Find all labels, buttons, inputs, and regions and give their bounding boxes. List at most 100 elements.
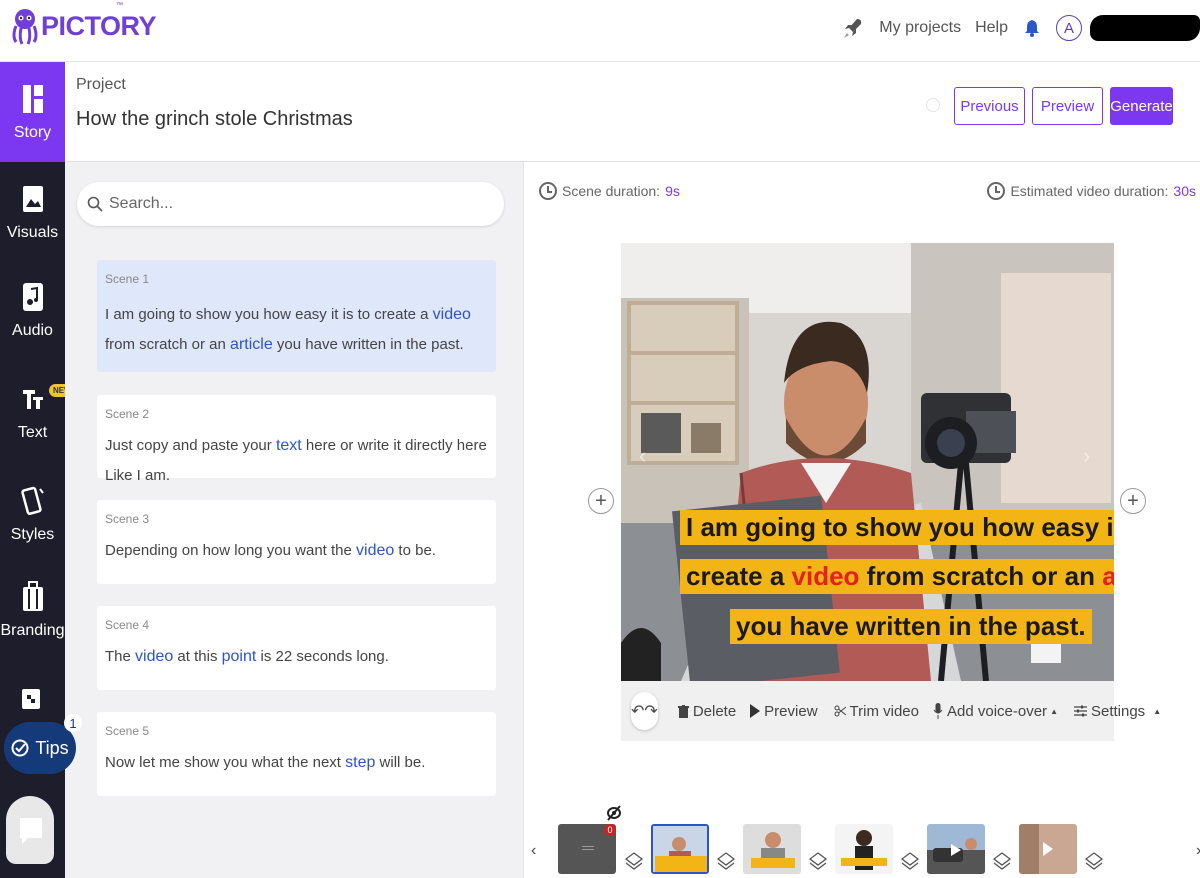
chat-support-button[interactable] xyxy=(6,796,54,864)
play-icon xyxy=(750,704,761,718)
my-projects-link[interactable]: My projects xyxy=(879,19,961,37)
layers-icon[interactable] xyxy=(717,852,735,870)
tips-label: Tips xyxy=(35,737,69,758)
caption-highlight: video xyxy=(791,561,860,591)
timeline-thumb-scene-3[interactable] xyxy=(835,824,893,874)
settings-button[interactable]: Settings ▲ xyxy=(1073,703,1161,720)
sliders-icon xyxy=(1073,705,1087,717)
project-title[interactable]: How the grinch stole Christmas xyxy=(76,108,353,131)
sidebar-item-text[interactable]: Text NEW xyxy=(0,362,76,462)
undo-button[interactable]: ↶ xyxy=(631,701,644,721)
sidebar-item-visuals[interactable]: Visuals xyxy=(0,162,65,262)
chat-icon xyxy=(20,818,42,844)
pictory-logo[interactable]: PICTORY xyxy=(10,6,157,46)
timeline-next-arrow[interactable]: › xyxy=(1196,842,1200,860)
more-icon[interactable] xyxy=(21,688,41,715)
microphone-icon xyxy=(933,703,943,719)
styles-icon xyxy=(20,486,46,516)
text-icon xyxy=(20,384,46,414)
scene-timeline: ‹ › 0 xyxy=(524,805,1200,878)
redacted-user-name[interactable] xyxy=(1090,15,1200,41)
timeline-thumb-scene-2[interactable] xyxy=(743,824,801,874)
scene-keyword[interactable]: point xyxy=(222,648,257,665)
estimated-duration: Estimated video duration: 30s xyxy=(987,182,1196,200)
redo-button[interactable]: ↷ xyxy=(644,701,657,721)
preview-button[interactable]: Preview xyxy=(1032,87,1103,125)
tips-button[interactable]: Tips xyxy=(4,722,76,774)
delete-label: Delete xyxy=(692,702,737,720)
generate-button[interactable]: Generate xyxy=(1110,87,1173,125)
scene-text-part: Now let me show you what the next xyxy=(105,754,346,771)
top-nav: My projects Help A xyxy=(843,0,1200,56)
image-icon xyxy=(20,184,46,214)
scene-text[interactable]: The video at this point is 22 seconds lo… xyxy=(105,642,488,672)
timeline-prev-arrow[interactable]: ‹ xyxy=(531,842,536,860)
scene-keyword[interactable]: video xyxy=(433,306,471,323)
scene-text[interactable]: Now let me show you what the next step w… xyxy=(105,748,488,778)
rocket-icon[interactable] xyxy=(843,17,863,39)
avatar-initial: A xyxy=(1063,19,1074,37)
caption-text: from scratch or an xyxy=(859,561,1103,591)
scene-keyword[interactable]: video xyxy=(356,542,394,559)
trim-video-button[interactable]: Trim video xyxy=(834,703,919,720)
add-voice-over-button[interactable]: Add voice-over ▲ xyxy=(933,703,1058,720)
search-icon xyxy=(87,196,103,212)
scene-text-part: is 22 seconds long. xyxy=(256,648,389,665)
scene-keyword[interactable]: article xyxy=(230,336,273,353)
scene-text[interactable]: Just copy and paste your text here or wr… xyxy=(105,431,488,491)
loading-indicator xyxy=(926,98,940,112)
prev-scene-arrow[interactable]: ‹ xyxy=(639,443,646,469)
previous-button[interactable]: Previous xyxy=(954,87,1025,125)
timeline-thumb-scene-1[interactable] xyxy=(651,824,709,874)
next-scene-arrow[interactable]: › xyxy=(1083,443,1090,469)
scene-card-3[interactable]: Scene 3 Depending on how long you want t… xyxy=(97,500,496,584)
caption-highlight: article xyxy=(1102,561,1114,591)
trash-icon xyxy=(677,704,689,718)
timeline-thumb-scene-4[interactable] xyxy=(927,824,985,874)
caption-line-1[interactable]: I am going to show you how easy it is to xyxy=(680,510,1114,545)
caption-line-2[interactable]: create a video from scratch or an articl… xyxy=(680,559,1114,594)
mute-icon[interactable] xyxy=(606,804,622,822)
layers-icon[interactable] xyxy=(993,852,1011,870)
scene-text-part: will be. xyxy=(375,754,426,771)
scene-card-4[interactable]: Scene 4 The video at this point is 22 se… xyxy=(97,606,496,690)
sidebar-item-audio[interactable]: Audio xyxy=(0,260,65,360)
estimated-duration-value: 30s xyxy=(1173,183,1196,199)
sidebar-item-story[interactable]: Story xyxy=(0,62,65,162)
scene-card-1[interactable]: Scene 1 I am going to show you how easy … xyxy=(97,260,496,372)
layers-icon[interactable] xyxy=(901,852,919,870)
sidebar-item-styles[interactable]: Styles xyxy=(0,464,65,564)
scene-text[interactable]: Depending on how long you want the video… xyxy=(105,536,488,566)
avatar[interactable]: A xyxy=(1056,15,1082,41)
sidebar-item-label: Styles xyxy=(10,526,55,543)
delete-button[interactable]: Delete xyxy=(677,702,737,720)
add-scene-before-button[interactable]: + xyxy=(588,488,614,514)
caption-line-3[interactable]: you have written in the past. xyxy=(730,609,1092,644)
preview-scene-button[interactable]: Preview xyxy=(750,703,818,720)
scene-card-5[interactable]: Scene 5 Now let me show you what the nex… xyxy=(97,712,496,796)
sidebar-item-branding[interactable]: Branding xyxy=(0,560,65,660)
help-link[interactable]: Help xyxy=(975,19,1008,37)
scene-keyword[interactable]: step xyxy=(345,754,375,771)
add-scene-after-button[interactable]: + xyxy=(1120,488,1146,514)
tips-count-badge: 1 xyxy=(64,714,82,732)
bell-icon[interactable] xyxy=(1024,19,1040,37)
scene-keyword[interactable]: video xyxy=(135,648,173,665)
story-icon xyxy=(20,84,46,114)
sidebar-item-label: Branding xyxy=(0,622,65,639)
layers-icon[interactable] xyxy=(809,852,827,870)
layers-icon[interactable] xyxy=(625,852,643,870)
scene-text-part: Just copy and paste your xyxy=(105,437,276,454)
search-input[interactable] xyxy=(109,195,439,213)
scene-keyword[interactable]: text xyxy=(276,437,302,454)
layers-icon[interactable] xyxy=(1085,852,1103,870)
timeline-thumb-blank[interactable]: 0 xyxy=(558,824,616,874)
scene-text[interactable]: I am going to show you how easy it is to… xyxy=(105,300,488,360)
search-box[interactable] xyxy=(77,182,504,226)
scene-card-2[interactable]: Scene 2 Just copy and paste your text he… xyxy=(97,395,496,484)
scene-number: Scene 5 xyxy=(105,724,150,738)
video-preview[interactable]: I am going to show you how easy it is to… xyxy=(621,243,1114,681)
scene-text-part: to be. xyxy=(394,542,436,559)
timeline-thumb-scene-5[interactable] xyxy=(1019,824,1077,874)
project-header: Project How the grinch stole Christmas P… xyxy=(65,62,1200,162)
